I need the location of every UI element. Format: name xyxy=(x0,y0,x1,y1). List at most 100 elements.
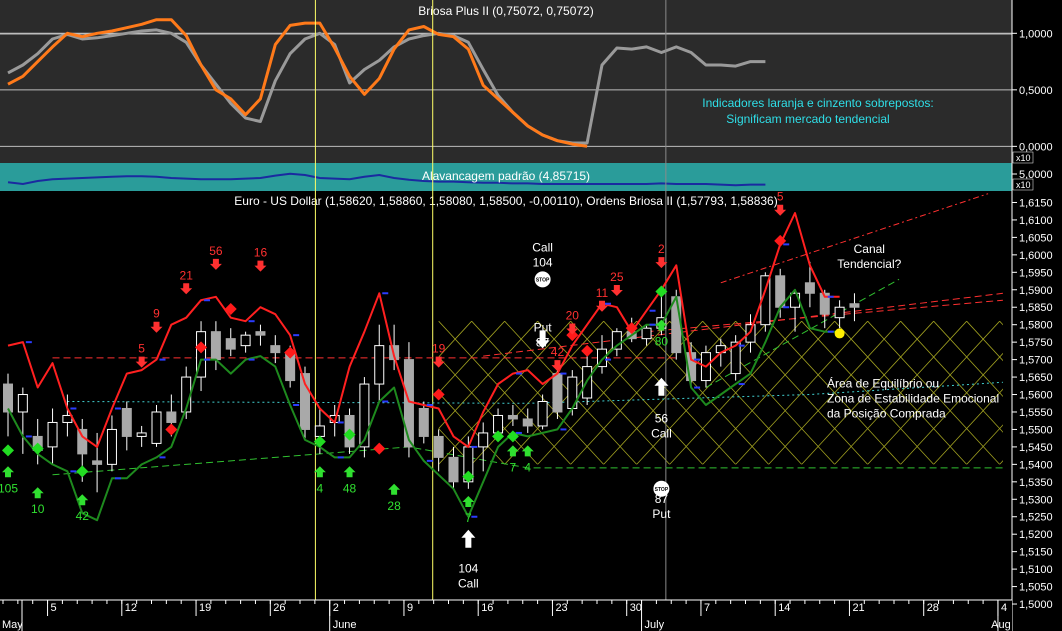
price-tick-label: 1,5850 xyxy=(1019,302,1053,314)
price-tick-label: 1,5550 xyxy=(1019,407,1053,419)
candle-body xyxy=(166,411,177,423)
stop-sign-label: STOP xyxy=(655,487,669,493)
price-tick-label: 1,5800 xyxy=(1019,320,1053,332)
candle-body xyxy=(210,331,221,361)
candle-body xyxy=(671,296,682,354)
price-tick-label: 1,5100 xyxy=(1019,564,1053,576)
signal-count-label: 28 xyxy=(387,499,401,513)
chart-annotation-text: 104 xyxy=(458,562,478,576)
alavancagem-scale-badge-label: x10 xyxy=(1016,180,1031,190)
date-axis-day-label: 16 xyxy=(481,602,493,614)
date-axis-day-label: 23 xyxy=(555,602,567,614)
chart-annotation-text: Call xyxy=(651,426,672,440)
briosa-tick-label: 0,5000 xyxy=(1019,85,1053,97)
candle-body xyxy=(834,306,845,319)
chart-stage: Briosa Plus II (0,75072, 0,75072) Indica… xyxy=(0,0,1062,631)
date-axis-month-label: June xyxy=(333,619,357,631)
candle-body xyxy=(448,456,459,483)
price-tick-label: 1,5000 xyxy=(1019,599,1053,611)
candle-body xyxy=(47,421,58,448)
chart-annotation-text: Canal xyxy=(854,242,885,256)
candle-body xyxy=(77,428,88,455)
chart-annotation-text: Call xyxy=(458,577,479,591)
candle-body xyxy=(92,460,103,465)
chart-annotation-text: Put xyxy=(652,507,671,521)
date-axis-day-label: 2 xyxy=(333,602,339,614)
briosa-annotation-line-1: Indicadores laranja e cinzento sobrepost… xyxy=(702,96,933,110)
signal-count-label: 80 xyxy=(655,335,669,349)
price-tick-label: 1,5150 xyxy=(1019,547,1053,559)
signal-count-label: 42 xyxy=(551,345,565,359)
price-tick-label: 1,5900 xyxy=(1019,285,1053,297)
briosa-tick-label: 0,0000 xyxy=(1019,141,1053,153)
signal-count-label: 56 xyxy=(209,244,223,258)
briosa-tick-label: 1,0000 xyxy=(1019,28,1053,40)
signal-count-label: 16 xyxy=(254,246,268,260)
candle-body xyxy=(374,345,385,385)
price-tick-label: 1,5750 xyxy=(1019,337,1053,349)
briosa-plus-panel: Briosa Plus II (0,75072, 0,75072) Indica… xyxy=(0,0,1012,163)
candle-body xyxy=(641,327,652,340)
date-axis: 5 12 19 26 2 9 16 23 30 7 14 21 28 4 May June July Aug xyxy=(0,599,1012,631)
price-tick-label: 1,6150 xyxy=(1019,197,1053,209)
signal-count-label: 19 xyxy=(432,342,446,356)
date-axis-month-label: May xyxy=(2,619,23,631)
stop-sign-label: STOP xyxy=(536,277,550,283)
candle-body xyxy=(418,407,429,437)
candle-body xyxy=(314,425,325,437)
candle-body xyxy=(3,383,13,413)
price-tick-label: 1,5650 xyxy=(1019,372,1053,384)
alavancagem-title: Alavancagem padrão (4,85715) xyxy=(422,169,590,183)
candle-body xyxy=(804,282,815,294)
date-axis-day-label: 26 xyxy=(273,602,285,614)
date-axis-day-label: 21 xyxy=(852,602,864,614)
candle-body xyxy=(493,414,504,434)
date-axis-day-label: 14 xyxy=(778,602,790,614)
candle-body xyxy=(121,407,132,437)
signal-count-label: 4 xyxy=(524,460,531,474)
date-axis-day-label: 9 xyxy=(407,602,413,614)
signal-count-label: 48 xyxy=(343,481,357,495)
price-tick-label: 1,5300 xyxy=(1019,494,1053,506)
price-tick-label: 1,5950 xyxy=(1019,267,1053,279)
chart-canvas: Briosa Plus II (0,75072, 0,75072) Indica… xyxy=(0,0,1062,631)
signal-count-label: 4 xyxy=(317,481,324,495)
signal-count-label: 105 xyxy=(0,481,18,495)
candle-body xyxy=(106,428,117,465)
candle-body xyxy=(225,338,236,350)
signal-count-label: 5 xyxy=(138,342,145,356)
price-tick-label: 1,5200 xyxy=(1019,529,1053,541)
signal-count-label: 10 xyxy=(31,502,45,516)
briosa-scale-badge-label: x10 xyxy=(1016,153,1031,163)
signal-count-label: 21 xyxy=(180,268,194,282)
date-axis-day-label: 5 xyxy=(51,602,57,614)
signal-count-label: 5 xyxy=(777,190,784,204)
price-tick-label: 1,5400 xyxy=(1019,459,1053,471)
price-tick-label: 1,5600 xyxy=(1019,390,1053,402)
price-tick-label: 1,5700 xyxy=(1019,355,1053,367)
chart-annotation-text: Tendencial? xyxy=(837,257,901,271)
candle-body xyxy=(240,334,251,347)
price-tick-label: 1,5450 xyxy=(1019,442,1053,454)
date-axis-day-label: 19 xyxy=(199,602,211,614)
candle-body xyxy=(255,331,266,336)
alavancagem-panel: Alavancagem padrão (4,85715) xyxy=(0,163,1012,191)
chart-annotation-text: 56 xyxy=(655,411,669,425)
date-axis-day-label: 28 xyxy=(927,602,939,614)
briosa-plus-title: Briosa Plus II (0,75072, 0,75072) xyxy=(418,4,593,18)
price-tick-label: 1,5050 xyxy=(1019,582,1053,594)
price-tick-label: 1,5350 xyxy=(1019,477,1053,489)
date-axis-day-label: 30 xyxy=(630,602,642,614)
signal-count-label: 7 xyxy=(510,460,517,474)
price-tick-label: 1,6050 xyxy=(1019,232,1053,244)
candle-body xyxy=(537,401,548,427)
candle-body xyxy=(507,414,518,420)
candle-body xyxy=(62,414,73,423)
price-tick-label: 1,6100 xyxy=(1019,215,1053,227)
chart-annotation-text: 104 xyxy=(533,255,553,269)
candle-body xyxy=(151,411,162,444)
candle-body xyxy=(478,432,489,448)
signal-count-label: 25 xyxy=(610,270,624,284)
signal-count-label: 7 xyxy=(465,511,472,525)
candle-body xyxy=(270,345,281,354)
